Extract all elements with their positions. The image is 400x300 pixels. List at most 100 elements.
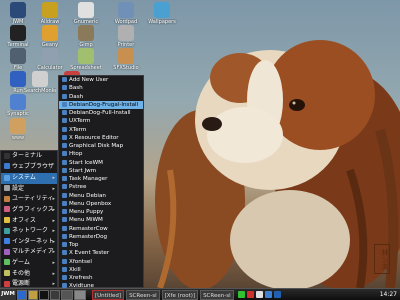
calculator-icon <box>42 48 58 64</box>
task-list: [Untitled] SCReen-sl [Xfe (root)] SCReen-sl <box>90 289 234 300</box>
desktop-icon-3[interactable]: Wordpad <box>110 2 142 25</box>
app-icon <box>62 233 67 239</box>
tray-icon-4[interactable] <box>273 291 281 298</box>
browser-button[interactable] <box>50 289 60 300</box>
submenu-item-19[interactable]: RemasterDog <box>59 233 143 241</box>
submenu-item-2[interactable]: Dash <box>59 93 143 101</box>
app-icon <box>62 101 67 107</box>
desktop-icon-10[interactable]: Calculator <box>34 48 66 71</box>
app-icon <box>62 225 67 231</box>
menu-item-9[interactable]: マルチメディア ▸ <box>1 247 57 258</box>
submenu-item-22[interactable]: Xfontsel <box>59 258 143 266</box>
terminal-button[interactable] <box>39 289 49 300</box>
menu-item-label: ウェブブラウザ <box>12 162 55 170</box>
submenu-arrow-icon: ▸ <box>52 206 55 213</box>
pager-button[interactable] <box>61 289 73 300</box>
desktop-icon-9[interactable]: File <box>2 48 34 71</box>
app-icon <box>62 258 67 264</box>
submenu-item-18[interactable]: RemasterCow <box>59 225 143 233</box>
submenu-item-13[interactable]: Pstree <box>59 183 143 191</box>
submenu-item-8[interactable]: Graphical Disk Map <box>59 142 143 150</box>
tray-icon-1[interactable] <box>246 291 254 298</box>
folder-icon <box>10 48 26 64</box>
app-icon <box>62 85 67 91</box>
submenu-item-11[interactable]: Start Jwm <box>59 167 143 175</box>
network-icon <box>4 227 10 234</box>
menu-item-6[interactable]: オフィス ▸ <box>1 216 57 227</box>
desktop-icon-17[interactable]: www <box>2 118 34 141</box>
menu-item-1[interactable]: ウェブブラウザ <box>1 162 57 173</box>
desktop-icon-11[interactable]: Spreadsheet <box>70 48 102 71</box>
submenu-item-12[interactable]: Task Manager <box>59 175 143 183</box>
taskbar: JWM [Untitled] SCReen-sl [Xfe (root)] SCRee… <box>0 288 400 300</box>
submenu-item-9[interactable]: Htop <box>59 150 143 158</box>
app-icon <box>62 151 67 157</box>
desktop-icon-2[interactable]: Gnumeric <box>70 2 102 25</box>
task-button-0[interactable]: [Untitled] <box>92 289 125 300</box>
submenu-arrow-icon: ▸ <box>52 185 55 192</box>
desktop-icon-1[interactable]: Alldraw <box>34 2 66 25</box>
submenu-item-5[interactable]: UXTerm <box>59 117 143 125</box>
desktop-icon-7[interactable]: Gimp <box>70 25 102 48</box>
submenu-item-6[interactable]: XTerm <box>59 126 143 134</box>
graphics-icon <box>4 206 10 213</box>
tray-icon-3[interactable] <box>264 291 272 298</box>
submenu-item-21[interactable]: X Event Tester <box>59 249 143 257</box>
submenu-item-15[interactable]: Menu Openbox <box>59 200 143 208</box>
submenu-item-17[interactable]: Menu MiWM <box>59 216 143 224</box>
menu-item-2[interactable]: システム ▸ <box>1 173 57 184</box>
submenu-item-7[interactable]: X Resource Editor <box>59 134 143 142</box>
submenu-item-1[interactable]: Bash <box>59 84 143 92</box>
settings-icon <box>4 185 10 192</box>
menu-item-11[interactable]: その他 ▸ <box>1 269 57 280</box>
text-editor-icon <box>42 25 58 41</box>
menu-item-10[interactable]: ゲーム ▸ <box>1 258 57 269</box>
submenu-item-20[interactable]: Top <box>59 241 143 249</box>
submenu-item-14[interactable]: Menu Debian <box>59 192 143 200</box>
app-icon <box>62 209 67 214</box>
desktop-icon-4[interactable]: Wallpapers <box>146 2 178 25</box>
desktop-icon-16[interactable]: Synaptic <box>2 94 34 117</box>
task-button-2[interactable]: [Xfe (root)] <box>161 289 199 300</box>
tray-icon-2[interactable] <box>255 291 263 298</box>
app-icon <box>62 217 67 223</box>
desktop-icon-14[interactable]: SearchMonkey <box>24 71 56 94</box>
desktop-icon-0[interactable]: JWM <box>2 2 34 25</box>
submenu-item-label: Xfontsel <box>69 258 92 265</box>
submenu-item-24[interactable]: Xrefresh <box>59 274 143 282</box>
menu-item-3[interactable]: 設定 ▸ <box>1 184 57 195</box>
spreadsheet-icon <box>78 2 94 18</box>
jwm-start-button[interactable]: JWM <box>0 289 16 300</box>
menu-item-4[interactable]: ユーティリティ ▸ <box>1 194 57 205</box>
menu-item-5[interactable]: グラフィックス ▸ <box>1 205 57 216</box>
submenu-item-label: Start Jwm <box>69 167 97 174</box>
submenu-item-3[interactable]: DebianDog-Frugal-Install <box>59 100 143 109</box>
desktop-icon-8[interactable]: Printer <box>110 25 142 48</box>
menu-item-label: ユーティリティ <box>12 195 54 203</box>
gimp-icon <box>78 25 94 41</box>
menu-item-7[interactable]: ネットワーク ▸ <box>1 226 57 237</box>
desktop-icon-5[interactable]: Terminal <box>2 25 34 48</box>
desktop-icon-6[interactable]: Geany <box>34 25 66 48</box>
submenu-item-10[interactable]: Start IceWM <box>59 159 143 167</box>
submenu-item-0[interactable]: Add New User <box>59 76 143 84</box>
tray-icon-0[interactable] <box>237 291 245 298</box>
app-icon <box>62 93 67 99</box>
submenu-item-16[interactable]: Menu Puppy <box>59 208 143 216</box>
desktop-icon-label: Synaptic <box>7 111 29 117</box>
chart-icon <box>78 48 94 64</box>
pager-button-2[interactable] <box>74 289 86 300</box>
artist-seal: 林ン夫 <box>374 244 390 274</box>
task-button-1[interactable]: SCReen-sl <box>126 289 160 300</box>
submenu-item-4[interactable]: DebianDog-Full-Install <box>59 109 143 117</box>
desktop-icon-12[interactable]: SFXStudio <box>110 48 142 71</box>
task-button-3[interactable]: SCReen-sl <box>200 289 234 300</box>
clock[interactable]: 14:27 <box>380 291 397 298</box>
show-desktop-button[interactable] <box>17 289 27 300</box>
submenu-item-label: X Resource Editor <box>69 134 119 141</box>
menu-item-8[interactable]: インターネット ▸ <box>1 237 57 248</box>
file-manager-button[interactable] <box>28 289 38 300</box>
submenu-item-23[interactable]: Xkill <box>59 266 143 274</box>
game-icon <box>4 259 10 266</box>
menu-item-0[interactable]: ターミナル <box>1 151 57 162</box>
